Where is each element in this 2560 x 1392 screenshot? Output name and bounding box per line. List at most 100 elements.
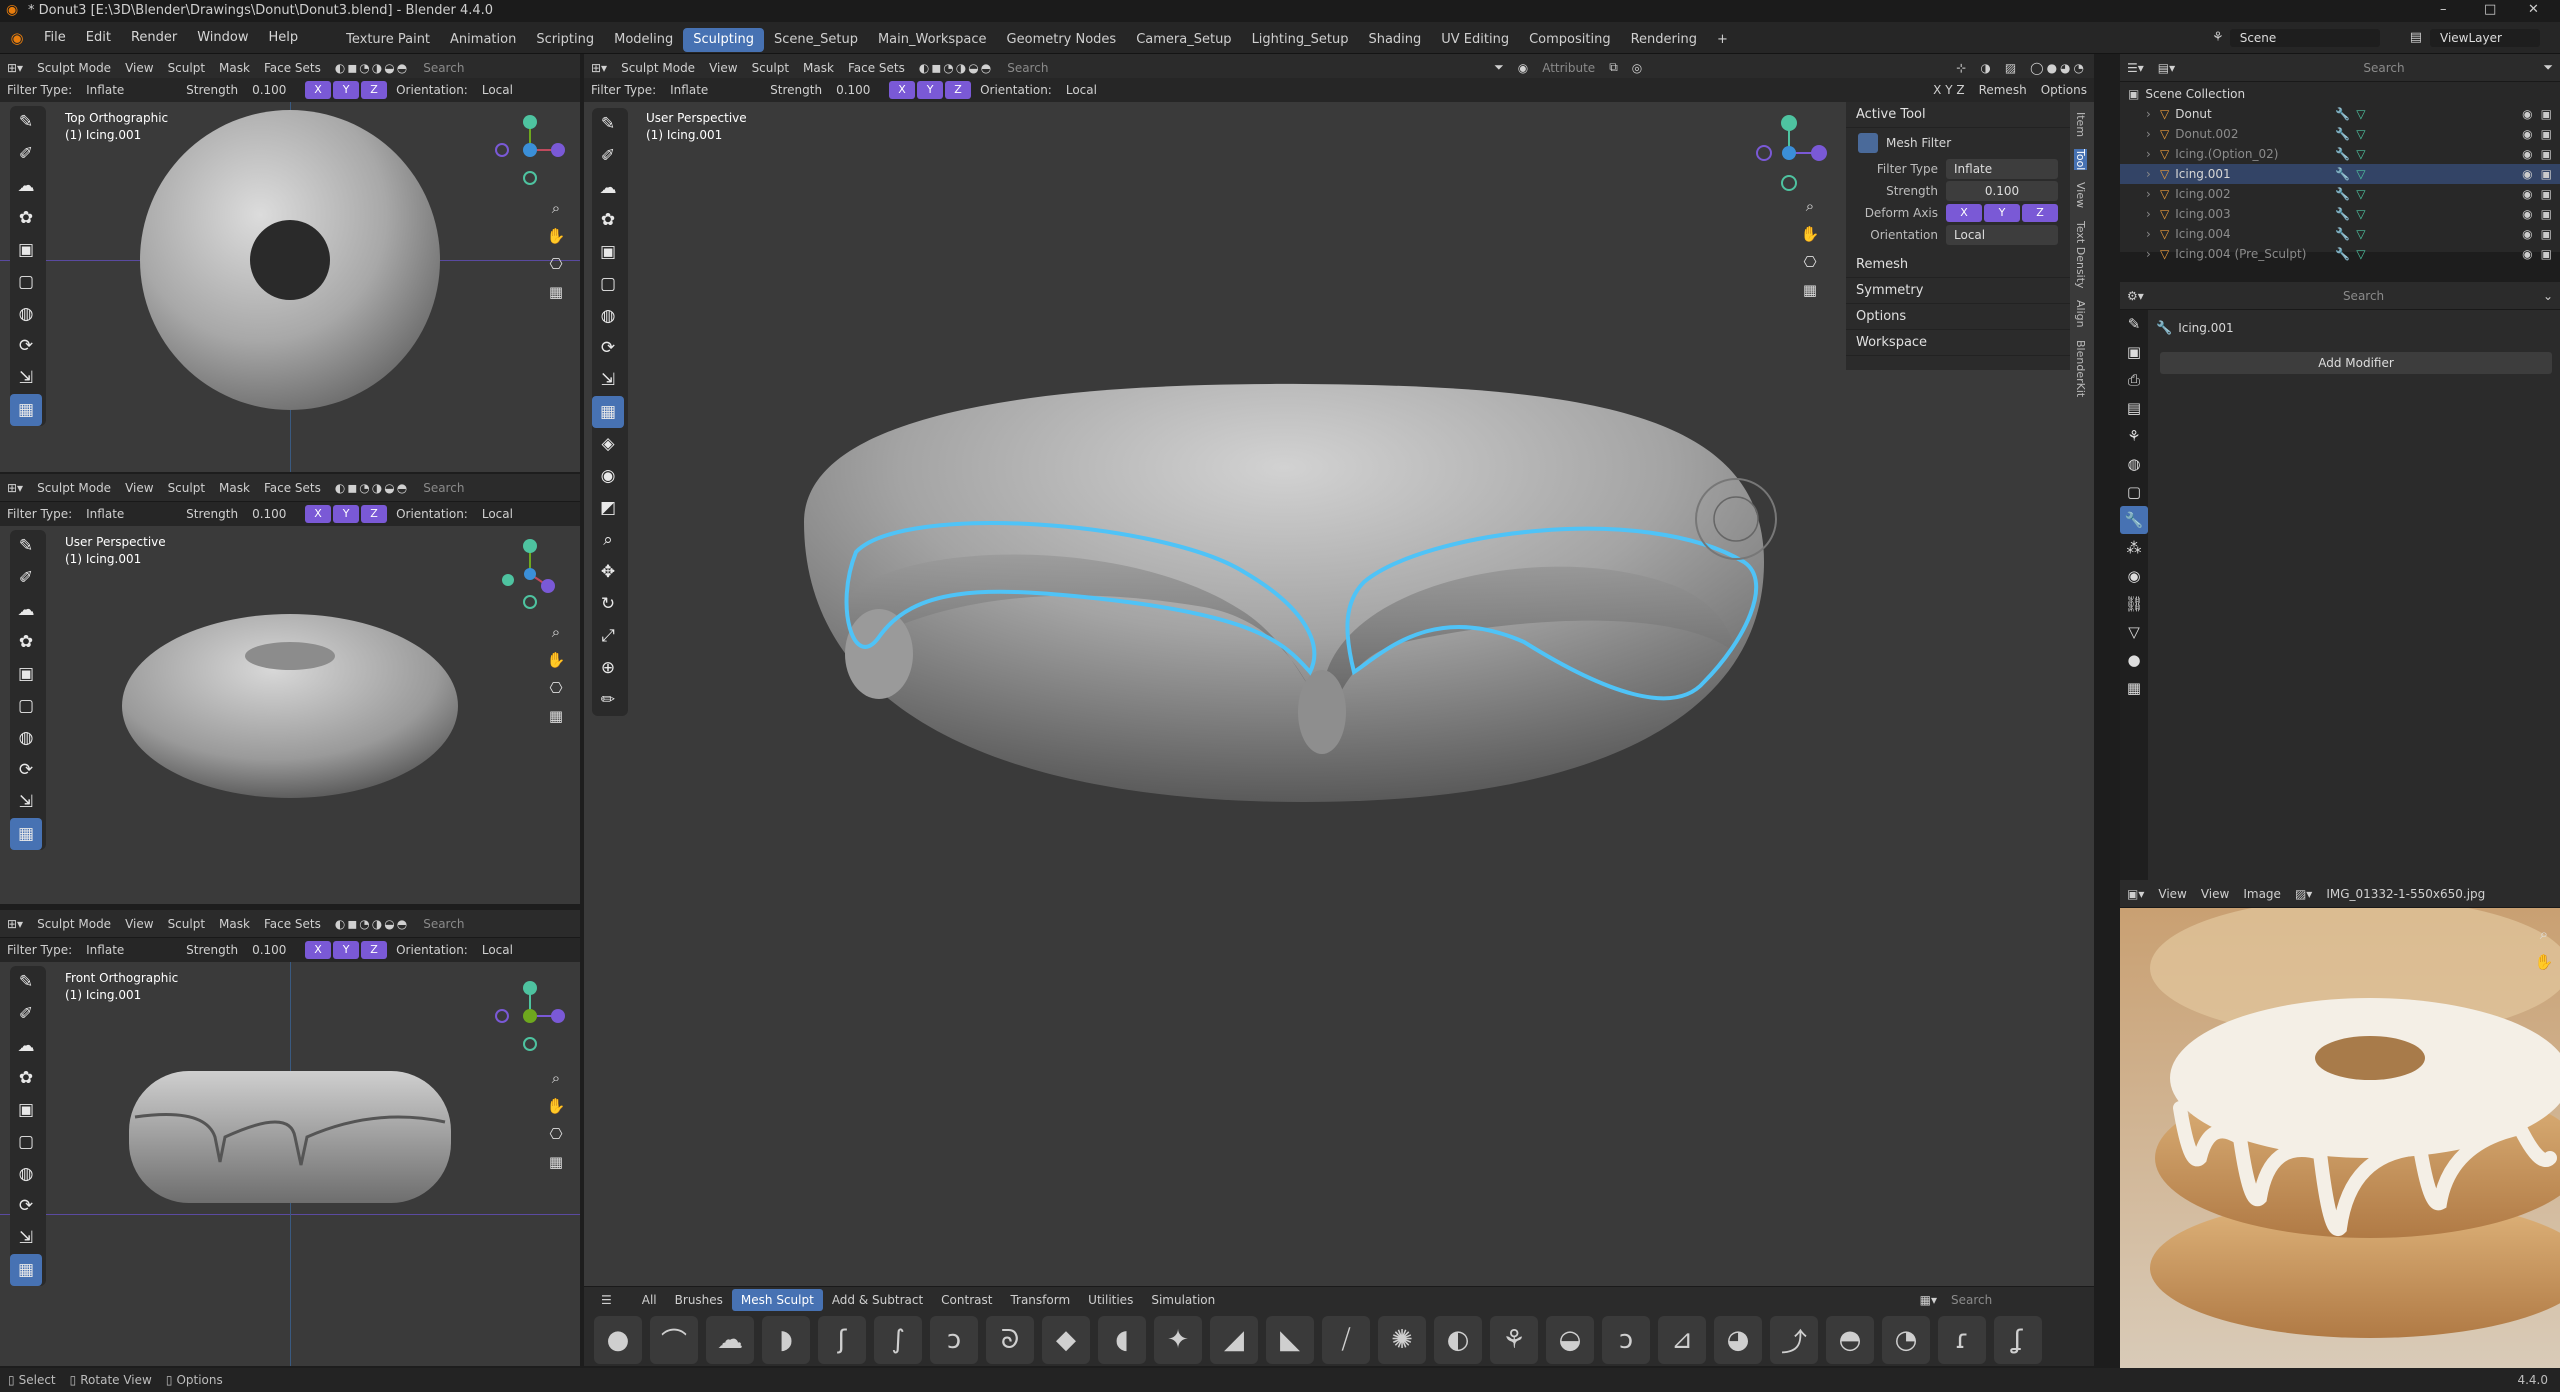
symmetry-section[interactable]: Symmetry bbox=[1846, 278, 2070, 304]
brush-thumbnail[interactable]: ✦ bbox=[1154, 1316, 1202, 1364]
edit-face-set-icon[interactable]: ◩ bbox=[592, 492, 624, 524]
render-camera-icon[interactable]: ▣ bbox=[2541, 224, 2552, 244]
zoom-icon[interactable]: ⌕ bbox=[542, 618, 570, 646]
deform-axis-z[interactable]: Z bbox=[2022, 204, 2058, 222]
brush-thumbnail[interactable]: ↄ bbox=[930, 1316, 978, 1364]
tab-view[interactable]: View bbox=[2074, 182, 2087, 208]
snap-icon[interactable]: ⧉ bbox=[1602, 60, 1625, 75]
remesh-section[interactable]: Remesh bbox=[1846, 252, 2070, 278]
visibility-eye-icon[interactable]: ◉ bbox=[2522, 224, 2532, 244]
visibility-eye-icon[interactable]: ◉ bbox=[2522, 164, 2532, 184]
render-tab-icon[interactable]: ▣ bbox=[2120, 338, 2148, 366]
tab-animation[interactable]: Animation bbox=[440, 28, 526, 52]
strength-field[interactable]: 0.100 bbox=[829, 83, 889, 97]
image-pan-icon[interactable]: ✋ bbox=[2530, 948, 2558, 976]
tab-item[interactable]: Item bbox=[2074, 112, 2087, 137]
blender-menu-icon[interactable]: ◉ bbox=[0, 29, 34, 47]
brush-thumbnail[interactable]: ◕ bbox=[1714, 1316, 1762, 1364]
grid-icon[interactable]: ▦ bbox=[542, 1148, 570, 1176]
viewport-shading-icons[interactable]: ◯●◕◔ bbox=[2023, 61, 2094, 75]
strength-field[interactable]: 0.100 bbox=[245, 943, 305, 957]
filter-icon[interactable]: ⏷ bbox=[1487, 60, 1511, 75]
menu-mask[interactable]: Mask bbox=[212, 481, 257, 495]
outliner-item[interactable]: › ▽ Icing.(Option_02) 🔧 ▽ ◉ ▣ bbox=[2120, 144, 2560, 164]
orientation-select[interactable]: Local bbox=[475, 943, 520, 957]
axis-y-toggle[interactable]: Y bbox=[917, 81, 944, 99]
orientation-dropdown[interactable]: Local bbox=[1946, 225, 2058, 245]
clay-brush-icon[interactable]: ✐ bbox=[10, 138, 42, 170]
options-section[interactable]: Options bbox=[1846, 304, 2070, 330]
maximize-button[interactable]: □ bbox=[2484, 2, 2496, 17]
menu-edit[interactable]: Edit bbox=[76, 22, 121, 54]
annotate-icon[interactable]: ✏ bbox=[592, 684, 624, 716]
menu-view[interactable]: View bbox=[702, 61, 744, 75]
brush-thumbnail[interactable]: ʃ bbox=[818, 1316, 866, 1364]
axis-x-toggle[interactable]: X bbox=[889, 81, 916, 99]
menu-view[interactable]: View bbox=[118, 917, 160, 931]
expand-arrow-icon[interactable]: › bbox=[2146, 164, 2160, 184]
header-search[interactable]: Search bbox=[416, 917, 471, 931]
remesh-menu[interactable]: Remesh bbox=[1972, 83, 2034, 97]
scene-selector[interactable]: Scene bbox=[2229, 28, 2380, 47]
grid-icon[interactable]: ▦ bbox=[1796, 276, 1824, 304]
orientation-select[interactable]: Local bbox=[475, 83, 520, 97]
workspace-section[interactable]: Workspace bbox=[1846, 330, 2070, 356]
menu-render[interactable]: Render bbox=[121, 22, 187, 54]
header-search[interactable]: Search bbox=[1000, 61, 1200, 75]
render-camera-icon[interactable]: ▣ bbox=[2541, 244, 2552, 264]
brush-thumbnail[interactable]: ◒ bbox=[1546, 1316, 1594, 1364]
brush-thumbnail[interactable]: ᘐ bbox=[986, 1316, 1034, 1364]
axis-y-toggle[interactable]: Y bbox=[333, 81, 360, 99]
visibility-eye-icon[interactable]: ◉ bbox=[2522, 124, 2532, 144]
mode-selector[interactable]: Sculpt Mode bbox=[30, 917, 118, 931]
tab-blenderkit[interactable]: BlenderKit bbox=[2074, 340, 2087, 397]
outliner-filter-icon[interactable]: ⏷ bbox=[2536, 60, 2560, 75]
menu-sculpt[interactable]: Sculpt bbox=[161, 481, 212, 495]
brush-thumbnail[interactable]: ◖ bbox=[1098, 1316, 1146, 1364]
box-mask-icon[interactable]: ▢ bbox=[10, 1126, 42, 1158]
draw-brush-icon[interactable]: ✎ bbox=[592, 108, 624, 140]
shading-icons[interactable]: ◐◼◔◑◒◓ bbox=[328, 917, 416, 931]
transform-tool-icon[interactable]: ⇲ bbox=[592, 364, 624, 396]
clay-brush-icon[interactable]: ✐ bbox=[10, 562, 42, 594]
add-modifier-button[interactable]: Add Modifier bbox=[2160, 352, 2552, 374]
shelf-tab-brushes[interactable]: Brushes bbox=[666, 1289, 732, 1311]
filter-type-select[interactable]: Inflate bbox=[79, 507, 179, 521]
tab-text-density[interactable]: Text Density bbox=[2074, 221, 2087, 289]
expand-arrow-icon[interactable]: › bbox=[2146, 144, 2160, 164]
menu-mask[interactable]: Mask bbox=[796, 61, 841, 75]
draw-brush-icon[interactable]: ✎ bbox=[10, 530, 42, 562]
header-search[interactable]: Search bbox=[416, 481, 471, 495]
face-set-icon[interactable]: ◍ bbox=[592, 300, 624, 332]
mode-selector[interactable]: Sculpt Mode bbox=[30, 481, 118, 495]
image-menu-image[interactable]: Image bbox=[2236, 887, 2288, 901]
camera-icon[interactable]: ⎔ bbox=[542, 674, 570, 702]
filter-type-dropdown[interactable]: Inflate bbox=[1946, 159, 2058, 179]
editor-type-icon[interactable]: ⊞▾ bbox=[584, 61, 614, 75]
visibility-eye-icon[interactable]: ◉ bbox=[2522, 184, 2532, 204]
pan-hand-icon[interactable]: ✋ bbox=[542, 222, 570, 250]
axis-x-toggle[interactable]: X bbox=[305, 505, 332, 523]
trim-tool-icon[interactable]: ⟳ bbox=[592, 332, 624, 364]
deform-axis-x[interactable]: X bbox=[1946, 204, 1982, 222]
brush-thumbnail[interactable]: ◢ bbox=[1210, 1316, 1258, 1364]
camera-icon[interactable]: ⎔ bbox=[542, 1120, 570, 1148]
paint-brush-icon[interactable]: ✿ bbox=[10, 1062, 42, 1094]
strength-field[interactable]: 0.100 bbox=[245, 83, 305, 97]
brush-thumbnail[interactable]: ● bbox=[594, 1316, 642, 1364]
grid-icon[interactable]: ▦ bbox=[542, 702, 570, 730]
render-camera-icon[interactable]: ▣ bbox=[2541, 164, 2552, 184]
visibility-eye-icon[interactable]: ◉ bbox=[2522, 144, 2532, 164]
render-camera-icon[interactable]: ▣ bbox=[2541, 124, 2552, 144]
output-tab-icon[interactable]: ⎙ bbox=[2120, 366, 2148, 394]
brush-thumbnail[interactable]: ʆ bbox=[1994, 1316, 2042, 1364]
tab-uv-editing[interactable]: UV Editing bbox=[1431, 28, 1519, 52]
outliner-editor-icon[interactable]: ☰▾ bbox=[2120, 61, 2151, 75]
reference-image-view[interactable]: ⌕ ✋ bbox=[2120, 898, 2560, 1368]
brush-thumbnail[interactable]: ⧸ bbox=[1322, 1316, 1370, 1364]
image-browse-icon[interactable]: ▨▾ bbox=[2288, 887, 2319, 901]
menu-window[interactable]: Window bbox=[187, 22, 258, 54]
image-menu-view[interactable]: View bbox=[2194, 887, 2236, 901]
tab-lighting-setup[interactable]: Lighting_Setup bbox=[1242, 28, 1359, 52]
tool-tab-icon[interactable]: ✎ bbox=[2120, 310, 2148, 338]
